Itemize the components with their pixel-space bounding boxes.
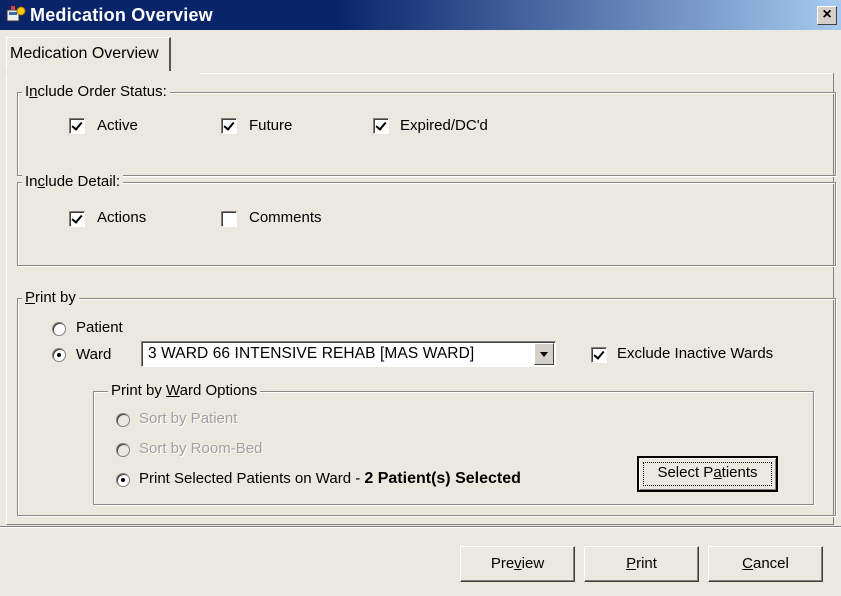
close-icon: ×	[822, 6, 832, 23]
chevron-down-icon[interactable]	[534, 343, 554, 365]
medication-overview-dialog: Medication Overview × Medication Overvie…	[0, 0, 841, 596]
expired-dc-checkbox[interactable]	[373, 118, 389, 134]
exclude-inactive-wards-checkbox[interactable]	[591, 347, 607, 363]
focus-rect	[643, 462, 772, 486]
tab-label: Medication Overview	[10, 45, 159, 62]
future-label[interactable]: Future	[249, 117, 292, 135]
close-button[interactable]: ×	[817, 6, 837, 25]
print-selected-patients-radio[interactable]	[116, 473, 130, 487]
ward-select[interactable]: 3 WARD 66 INTENSIVE REHAB [MAS WARD]	[141, 341, 556, 367]
active-checkbox[interactable]	[69, 118, 85, 134]
sort-by-patient-radio[interactable]	[116, 413, 130, 427]
sort-by-room-bed-radio[interactable]	[116, 443, 130, 457]
actions-checkbox[interactable]	[69, 211, 85, 227]
app-icon	[6, 6, 26, 22]
ward-radio[interactable]	[52, 348, 66, 362]
patient-radio-label[interactable]: Patient	[76, 319, 123, 337]
footer-separator	[0, 526, 841, 528]
window-title: Medication Overview	[30, 5, 213, 25]
future-checkbox[interactable]	[221, 118, 237, 134]
tab-strip: Medication Overview	[0, 30, 841, 74]
select-patients-button[interactable]: Select Patients	[637, 456, 778, 492]
active-label[interactable]: Active	[97, 117, 138, 135]
preview-button[interactable]: Preview	[460, 546, 575, 582]
title-bar[interactable]: Medication Overview ×	[0, 0, 841, 30]
print-selected-patients-label[interactable]: Print Selected Patients on Ward - 2 Pati…	[139, 470, 521, 488]
ward-radio-label[interactable]: Ward	[76, 346, 111, 364]
comments-label[interactable]: Comments	[249, 209, 322, 227]
comments-checkbox[interactable]	[221, 211, 237, 227]
sort-by-patient-label[interactable]: Sort by Patient	[139, 410, 237, 428]
print-by-legend: Print by	[22, 288, 79, 308]
actions-label[interactable]: Actions	[97, 209, 146, 227]
print-selected-text: Print Selected Patients on Ward -	[139, 470, 365, 487]
order-status-legend: Include Order Status:	[22, 82, 170, 102]
detail-legend: Include Detail:	[22, 172, 124, 192]
tab-medication-overview[interactable]: Medication Overview	[6, 37, 171, 71]
selected-count: 2 Patient(s) Selected	[364, 470, 521, 487]
cancel-button[interactable]: Cancel	[708, 546, 823, 582]
patient-radio[interactable]	[52, 322, 66, 336]
ward-select-value: 3 WARD 66 INTENSIVE REHAB [MAS WARD]	[148, 345, 475, 362]
sort-by-room-bed-label[interactable]: Sort by Room-Bed	[139, 440, 262, 458]
ward-options-legend: Print by Ward Options	[108, 381, 261, 401]
expired-dc-label[interactable]: Expired/DC'd	[400, 117, 488, 135]
print-button[interactable]: Print	[584, 546, 699, 582]
exclude-inactive-wards-label[interactable]: Exclude Inactive Wards	[617, 345, 773, 363]
